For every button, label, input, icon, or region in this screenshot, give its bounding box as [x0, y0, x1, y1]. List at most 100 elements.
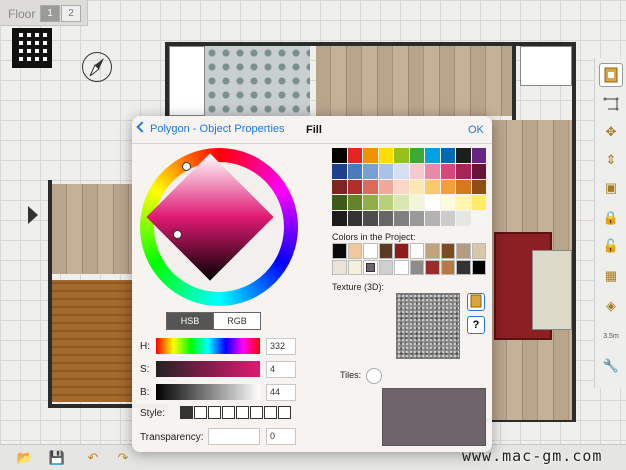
transparency-value-field[interactable]: 0 — [266, 428, 296, 445]
project-color-swatch[interactable] — [456, 259, 471, 275]
project-color-swatch[interactable] — [347, 243, 362, 259]
palette-swatch[interactable] — [347, 148, 362, 163]
floor-2-button[interactable]: 2 — [61, 5, 81, 22]
project-color-swatch[interactable] — [440, 243, 455, 259]
saturation-brightness-knob[interactable] — [173, 230, 182, 239]
ok-button[interactable]: OK — [468, 124, 484, 136]
palette-swatch[interactable] — [409, 211, 424, 226]
wrench-icon[interactable]: 🔧 — [599, 354, 623, 378]
project-color-swatch[interactable] — [425, 243, 440, 259]
palette-swatch[interactable] — [332, 179, 347, 195]
group-tool-icon[interactable]: ▣ — [599, 176, 623, 200]
palette-swatch[interactable] — [363, 211, 378, 226]
style-diagonal-2-option[interactable] — [250, 406, 263, 419]
hue-knob[interactable] — [182, 162, 191, 171]
project-color-swatch[interactable] — [471, 259, 486, 275]
back-button[interactable]: Polygon - Object Properties — [136, 121, 285, 135]
palette-swatch[interactable] — [378, 179, 393, 195]
object-tool-icon[interactable] — [599, 63, 623, 87]
project-color-swatch[interactable] — [363, 259, 378, 275]
palette-swatch[interactable] — [394, 211, 409, 226]
box-icon[interactable]: ▦ — [599, 264, 623, 288]
palette-swatch[interactable] — [409, 195, 424, 211]
style-solid-option[interactable] — [180, 406, 193, 419]
palette-swatch[interactable] — [347, 211, 362, 226]
project-color-swatch[interactable] — [363, 243, 378, 259]
project-color-swatch[interactable] — [409, 243, 424, 259]
palette-swatch[interactable] — [394, 163, 409, 179]
palette-swatch[interactable] — [332, 148, 347, 163]
palette-swatch[interactable] — [440, 211, 455, 226]
palette-swatch[interactable] — [409, 163, 424, 179]
palette-swatch[interactable] — [440, 163, 455, 179]
undo-icon[interactable]: ↶ — [84, 449, 102, 467]
palette-swatch[interactable] — [363, 148, 378, 163]
palette-swatch[interactable] — [471, 195, 486, 211]
saturation-value-field[interactable]: 4 — [266, 361, 296, 378]
style-horizontal-option[interactable] — [208, 406, 221, 419]
brightness-value-field[interactable]: 44 — [266, 384, 296, 401]
palette-swatch[interactable] — [363, 163, 378, 179]
palette-swatch[interactable] — [456, 179, 471, 195]
project-color-swatch[interactable] — [440, 259, 455, 275]
palette-swatch[interactable] — [425, 179, 440, 195]
style-vertical-option[interactable] — [222, 406, 235, 419]
palette-swatch[interactable] — [363, 179, 378, 195]
palette-swatch[interactable] — [425, 195, 440, 211]
project-color-swatch[interactable] — [394, 243, 409, 259]
palette-swatch[interactable] — [425, 211, 440, 226]
palette-swatch[interactable] — [440, 195, 455, 211]
palette-swatch[interactable] — [394, 148, 409, 163]
hsb-tab[interactable]: HSB — [166, 312, 214, 330]
transparency-slider[interactable] — [208, 428, 260, 445]
palette-swatch[interactable] — [378, 195, 393, 211]
project-color-swatch[interactable] — [332, 243, 347, 259]
move-tool-icon[interactable]: ✥ — [599, 120, 623, 144]
project-color-swatch[interactable] — [332, 259, 347, 275]
brightness-slider[interactable] — [156, 384, 260, 400]
palette-swatch[interactable] — [347, 195, 362, 211]
palette-swatch[interactable] — [409, 179, 424, 195]
palette-swatch[interactable] — [425, 148, 440, 163]
palette-swatch[interactable] — [347, 179, 362, 195]
dimension-tool-icon[interactable]: 3.5m — [599, 324, 623, 348]
texture-preview[interactable] — [396, 293, 460, 359]
palette-swatch[interactable] — [363, 195, 378, 211]
align-tool-icon[interactable]: ⇕ — [599, 148, 623, 172]
project-color-swatch[interactable] — [425, 259, 440, 275]
project-color-swatch[interactable] — [378, 259, 393, 275]
style-grid-option[interactable] — [264, 406, 277, 419]
rgb-tab[interactable]: RGB — [213, 312, 261, 330]
palette-swatch[interactable] — [440, 148, 455, 163]
project-color-swatch[interactable] — [409, 259, 424, 275]
palette-swatch[interactable] — [394, 179, 409, 195]
floor-1-button[interactable]: 1 — [40, 5, 60, 22]
palette-swatch[interactable] — [332, 195, 347, 211]
open-folder-icon[interactable]: 📂 — [16, 449, 34, 467]
palette-swatch[interactable] — [471, 211, 486, 226]
polyline-tool-icon[interactable] — [599, 92, 623, 116]
style-empty-option[interactable] — [194, 406, 207, 419]
project-color-swatch[interactable] — [394, 259, 409, 275]
palette-swatch[interactable] — [425, 163, 440, 179]
box-3d-icon[interactable]: ◈ — [599, 294, 623, 318]
palette-swatch[interactable] — [440, 179, 455, 195]
palette-swatch[interactable] — [378, 211, 393, 226]
palette-swatch[interactable] — [456, 211, 471, 226]
lock-icon[interactable]: 🔒 — [599, 206, 623, 230]
palette-swatch[interactable] — [471, 148, 486, 163]
tiles-toggle[interactable] — [366, 368, 382, 384]
project-color-swatch[interactable] — [471, 243, 486, 259]
project-color-swatch[interactable] — [456, 243, 471, 259]
palette-swatch[interactable] — [332, 211, 347, 226]
palette-swatch[interactable] — [471, 179, 486, 195]
expand-left-icon[interactable] — [28, 206, 38, 224]
compass-icon[interactable] — [82, 52, 112, 82]
saturation-slider[interactable] — [156, 361, 260, 377]
hue-slider[interactable] — [156, 338, 260, 354]
project-color-swatch[interactable] — [378, 243, 393, 259]
qr-code-icon[interactable] — [12, 28, 52, 68]
texture-help-icon[interactable]: ? — [467, 316, 485, 334]
redo-icon[interactable]: ↷ — [114, 449, 132, 467]
style-cross-option[interactable] — [278, 406, 291, 419]
